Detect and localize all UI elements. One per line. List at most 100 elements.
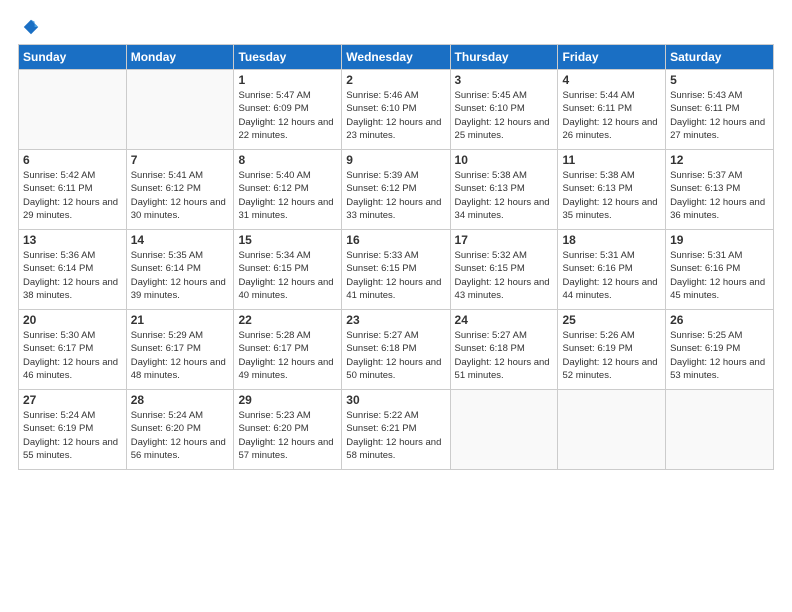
day-number: 7 [131, 153, 230, 167]
day-info: Sunrise: 5:22 AM Sunset: 6:21 PM Dayligh… [346, 409, 445, 462]
calendar-day-cell [666, 390, 774, 470]
calendar-day-cell: 20Sunrise: 5:30 AM Sunset: 6:17 PM Dayli… [19, 310, 127, 390]
day-info: Sunrise: 5:33 AM Sunset: 6:15 PM Dayligh… [346, 249, 445, 302]
calendar-day-cell: 6Sunrise: 5:42 AM Sunset: 6:11 PM Daylig… [19, 150, 127, 230]
calendar-day-cell: 1Sunrise: 5:47 AM Sunset: 6:09 PM Daylig… [234, 70, 342, 150]
calendar-header-cell: Monday [126, 45, 234, 70]
day-info: Sunrise: 5:43 AM Sunset: 6:11 PM Dayligh… [670, 89, 769, 142]
calendar-day-cell: 25 Sunrise: 5:26 AM Sunset: 6:19 PM Dayli… [558, 310, 666, 390]
day-info: Sunrise: 5:24 AM Sunset: 6:19 PM Dayligh… [23, 409, 122, 462]
calendar-week-row: 13 Sunrise: 5:36 AM Sunset: 6:14 PM Dayli… [19, 230, 774, 310]
day-info: Sunrise: 5:26 AM Sunset: 6:19 PM Dayligh… [562, 329, 661, 382]
calendar-day-cell [126, 70, 234, 150]
day-number: 27 [23, 393, 122, 407]
calendar-day-cell: 29 Sunrise: 5:23 AM Sunset: 6:20 PM Dayli… [234, 390, 342, 470]
calendar-day-cell: 17 Sunrise: 5:32 AM Sunset: 6:15 PM Dayli… [450, 230, 558, 310]
calendar-day-cell: 16 Sunrise: 5:33 AM Sunset: 6:15 PM Dayli… [342, 230, 450, 310]
day-info: Sunrise: 5:25 AM Sunset: 6:19 PM Dayligh… [670, 329, 769, 382]
calendar-day-cell: 5 Sunrise: 5:43 AM Sunset: 6:11 PM Daylig… [666, 70, 774, 150]
calendar-day-cell [450, 390, 558, 470]
day-number: 8 [238, 153, 337, 167]
day-info: Sunrise: 5:31 AM Sunset: 6:16 PM Dayligh… [670, 249, 769, 302]
day-info: Sunrise: 5:29 AM Sunset: 6:17 PM Dayligh… [131, 329, 230, 382]
day-number: 19 [670, 233, 769, 247]
calendar-day-cell: 4 Sunrise: 5:44 AM Sunset: 6:11 PM Daylig… [558, 70, 666, 150]
day-number: 25 [562, 313, 661, 327]
calendar-header-row: SundayMondayTuesdayWednesdayThursdayFrid… [19, 45, 774, 70]
day-number: 17 [455, 233, 554, 247]
calendar-header-cell: Tuesday [234, 45, 342, 70]
calendar-day-cell: 22Sunrise: 5:28 AM Sunset: 6:17 PM Dayli… [234, 310, 342, 390]
day-info: Sunrise: 5:41 AM Sunset: 6:12 PM Dayligh… [131, 169, 230, 222]
day-info: Sunrise: 5:34 AM Sunset: 6:15 PM Dayligh… [238, 249, 337, 302]
calendar-day-cell: 7 Sunrise: 5:41 AM Sunset: 6:12 PM Daylig… [126, 150, 234, 230]
calendar-day-cell: 12 Sunrise: 5:37 AM Sunset: 6:13 PM Dayli… [666, 150, 774, 230]
day-number: 10 [455, 153, 554, 167]
day-number: 28 [131, 393, 230, 407]
day-number: 30 [346, 393, 445, 407]
calendar-header-cell: Saturday [666, 45, 774, 70]
day-number: 1 [238, 73, 337, 87]
calendar-day-cell: 11 Sunrise: 5:38 AM Sunset: 6:13 PM Dayli… [558, 150, 666, 230]
calendar-day-cell [19, 70, 127, 150]
logo [18, 18, 44, 36]
day-number: 24 [455, 313, 554, 327]
calendar-week-row: 1Sunrise: 5:47 AM Sunset: 6:09 PM Daylig… [19, 70, 774, 150]
day-info: Sunrise: 5:32 AM Sunset: 6:15 PM Dayligh… [455, 249, 554, 302]
calendar-week-row: 27 Sunrise: 5:24 AM Sunset: 6:19 PM Dayli… [19, 390, 774, 470]
calendar-day-cell: 30 Sunrise: 5:22 AM Sunset: 6:21 PM Dayli… [342, 390, 450, 470]
calendar-day-cell: 9 Sunrise: 5:39 AM Sunset: 6:12 PM Daylig… [342, 150, 450, 230]
calendar-header-cell: Thursday [450, 45, 558, 70]
day-number: 3 [455, 73, 554, 87]
day-info: Sunrise: 5:44 AM Sunset: 6:11 PM Dayligh… [562, 89, 661, 142]
day-number: 15 [238, 233, 337, 247]
day-info: Sunrise: 5:23 AM Sunset: 6:20 PM Dayligh… [238, 409, 337, 462]
day-number: 14 [131, 233, 230, 247]
day-info: Sunrise: 5:36 AM Sunset: 6:14 PM Dayligh… [23, 249, 122, 302]
day-info: Sunrise: 5:31 AM Sunset: 6:16 PM Dayligh… [562, 249, 661, 302]
day-number: 23 [346, 313, 445, 327]
calendar-day-cell: 28 Sunrise: 5:24 AM Sunset: 6:20 PM Dayli… [126, 390, 234, 470]
calendar-day-cell: 2Sunrise: 5:46 AM Sunset: 6:10 PM Daylig… [342, 70, 450, 150]
day-info: Sunrise: 5:27 AM Sunset: 6:18 PM Dayligh… [346, 329, 445, 382]
calendar-day-cell: 18 Sunrise: 5:31 AM Sunset: 6:16 PM Dayli… [558, 230, 666, 310]
day-info: Sunrise: 5:38 AM Sunset: 6:13 PM Dayligh… [455, 169, 554, 222]
day-info: Sunrise: 5:38 AM Sunset: 6:13 PM Dayligh… [562, 169, 661, 222]
day-number: 13 [23, 233, 122, 247]
day-number: 18 [562, 233, 661, 247]
day-info: Sunrise: 5:30 AM Sunset: 6:17 PM Dayligh… [23, 329, 122, 382]
calendar-day-cell [558, 390, 666, 470]
day-info: Sunrise: 5:42 AM Sunset: 6:11 PM Dayligh… [23, 169, 122, 222]
day-number: 11 [562, 153, 661, 167]
calendar-header-cell: Wednesday [342, 45, 450, 70]
day-info: Sunrise: 5:24 AM Sunset: 6:20 PM Dayligh… [131, 409, 230, 462]
calendar-day-cell: 27 Sunrise: 5:24 AM Sunset: 6:19 PM Dayli… [19, 390, 127, 470]
calendar-day-cell: 26 Sunrise: 5:25 AM Sunset: 6:19 PM Dayli… [666, 310, 774, 390]
calendar-day-cell: 8 Sunrise: 5:40 AM Sunset: 6:12 PM Daylig… [234, 150, 342, 230]
day-number: 2 [346, 73, 445, 87]
day-info: Sunrise: 5:40 AM Sunset: 6:12 PM Dayligh… [238, 169, 337, 222]
day-number: 4 [562, 73, 661, 87]
day-info: Sunrise: 5:45 AM Sunset: 6:10 PM Dayligh… [455, 89, 554, 142]
calendar-day-cell: 13 Sunrise: 5:36 AM Sunset: 6:14 PM Dayli… [19, 230, 127, 310]
calendar-day-cell: 23 Sunrise: 5:27 AM Sunset: 6:18 PM Dayli… [342, 310, 450, 390]
calendar-day-cell: 15 Sunrise: 5:34 AM Sunset: 6:15 PM Dayli… [234, 230, 342, 310]
day-number: 9 [346, 153, 445, 167]
calendar-day-cell: 19 Sunrise: 5:31 AM Sunset: 6:16 PM Dayli… [666, 230, 774, 310]
day-number: 21 [131, 313, 230, 327]
calendar-day-cell: 3 Sunrise: 5:45 AM Sunset: 6:10 PM Daylig… [450, 70, 558, 150]
calendar-header-cell: Friday [558, 45, 666, 70]
calendar-week-row: 6Sunrise: 5:42 AM Sunset: 6:11 PM Daylig… [19, 150, 774, 230]
calendar-day-cell: 21 Sunrise: 5:29 AM Sunset: 6:17 PM Dayli… [126, 310, 234, 390]
day-info: Sunrise: 5:39 AM Sunset: 6:12 PM Dayligh… [346, 169, 445, 222]
calendar-day-cell: 14Sunrise: 5:35 AM Sunset: 6:14 PM Dayli… [126, 230, 234, 310]
day-info: Sunrise: 5:27 AM Sunset: 6:18 PM Dayligh… [455, 329, 554, 382]
calendar-body: 1Sunrise: 5:47 AM Sunset: 6:09 PM Daylig… [19, 70, 774, 470]
day-number: 5 [670, 73, 769, 87]
day-info: Sunrise: 5:37 AM Sunset: 6:13 PM Dayligh… [670, 169, 769, 222]
day-number: 16 [346, 233, 445, 247]
day-number: 26 [670, 313, 769, 327]
day-number: 12 [670, 153, 769, 167]
day-number: 29 [238, 393, 337, 407]
calendar-header-cell: Sunday [19, 45, 127, 70]
